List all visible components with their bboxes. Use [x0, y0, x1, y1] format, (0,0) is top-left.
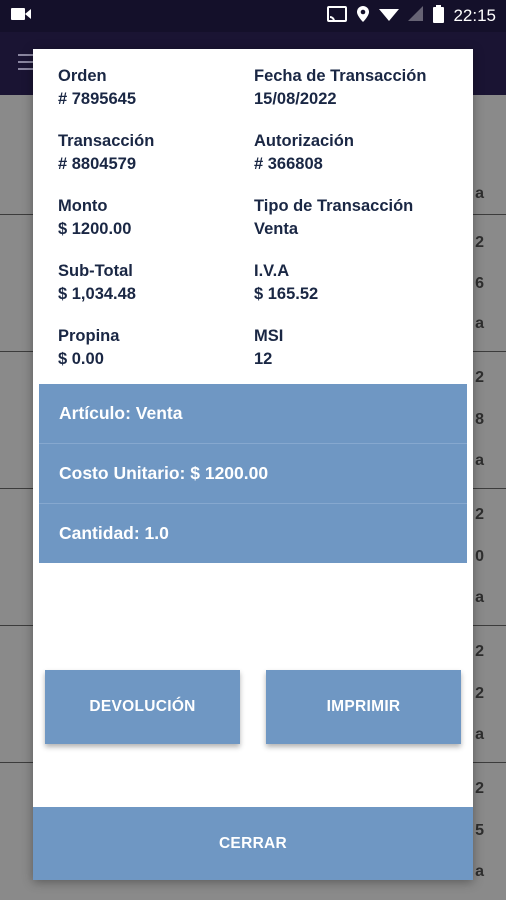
refund-button[interactable]: DEVOLUCIÓN	[45, 670, 240, 744]
list-fragment: a	[475, 185, 484, 202]
field-value: $ 0.00	[58, 350, 104, 368]
field-label: Propina	[58, 327, 120, 345]
field-label: Tipo de Transacción	[254, 197, 414, 215]
status-bar: 22:15	[0, 0, 506, 32]
item-list: Artículo: Venta Costo Unitario: $ 1200.0…	[39, 384, 467, 563]
field-label: Transacción	[58, 132, 155, 150]
field-tipo: Tipo de Transacción Venta	[254, 195, 458, 241]
list-fragment: 2	[475, 506, 484, 523]
list-item: Costo Unitario: $ 1200.00	[39, 444, 467, 504]
print-button[interactable]: IMPRIMIR	[266, 670, 461, 744]
video-icon	[10, 6, 32, 27]
wifi-icon	[379, 6, 400, 27]
signal-icon	[408, 5, 424, 27]
field-autorizacion: Autorización # 366808	[254, 130, 458, 176]
field-msi: MSI 12	[254, 325, 458, 371]
field-value: 12	[254, 350, 273, 368]
field-value: # 366808	[254, 155, 323, 173]
field-value: # 7895645	[58, 90, 136, 108]
list-fragment: a	[475, 589, 484, 606]
field-label: Fecha de Transacción	[254, 67, 427, 85]
field-label: Autorización	[254, 132, 354, 150]
field-label: Sub-Total	[58, 262, 133, 280]
field-value: $ 1200.00	[58, 220, 132, 238]
cast-icon	[327, 5, 348, 27]
field-transaccion: Transacción # 8804579	[58, 130, 254, 176]
field-fecha: Fecha de Transacción 15/08/2022	[254, 65, 458, 111]
field-monto: Monto $ 1200.00	[58, 195, 254, 241]
field-orden: Orden # 7895645	[58, 65, 254, 111]
field-label: MSI	[254, 327, 284, 345]
clock: 22:15	[453, 6, 496, 25]
list-fragment: 8	[475, 411, 484, 428]
field-label: Monto	[58, 197, 108, 215]
list-item: Cantidad: 1.0	[59, 523, 169, 543]
list-fragment: 2	[475, 780, 484, 797]
list-fragment: 2	[475, 643, 484, 660]
battery-icon	[433, 4, 445, 28]
list-fragment: a	[475, 315, 484, 332]
field-value: # 8804579	[58, 155, 136, 173]
field-value: $ 165.52	[254, 285, 319, 303]
list-fragment: a	[475, 452, 484, 469]
field-iva: I.V.A $ 165.52	[254, 260, 458, 306]
field-label: I.V.A	[254, 262, 290, 280]
close-button[interactable]: CERRAR	[33, 807, 473, 880]
transaction-info-grid: Orden # 7895645 Fecha de Transacción 15/…	[58, 65, 458, 371]
location-icon	[356, 5, 370, 28]
list-item: Artículo: Venta	[39, 384, 467, 444]
field-value: Venta	[254, 220, 299, 238]
list-fragment: 5	[475, 822, 484, 839]
list-fragment: 2	[475, 369, 484, 386]
field-subtotal: Sub-Total $ 1,034.48	[58, 260, 254, 306]
field-label: Orden	[58, 67, 107, 85]
list-fragment: 2	[475, 685, 484, 702]
transaction-detail-dialog: Orden # 7895645 Fecha de Transacción 15/…	[33, 49, 473, 880]
field-propina: Propina $ 0.00	[58, 325, 254, 371]
list-fragment: 0	[475, 548, 484, 565]
field-value: 15/08/2022	[254, 90, 337, 108]
list-fragment: a	[475, 726, 484, 743]
list-fragment: 2	[475, 234, 484, 251]
list-fragment: 6	[475, 275, 484, 292]
list-fragment: a	[475, 863, 484, 880]
field-value: $ 1,034.48	[58, 285, 136, 303]
